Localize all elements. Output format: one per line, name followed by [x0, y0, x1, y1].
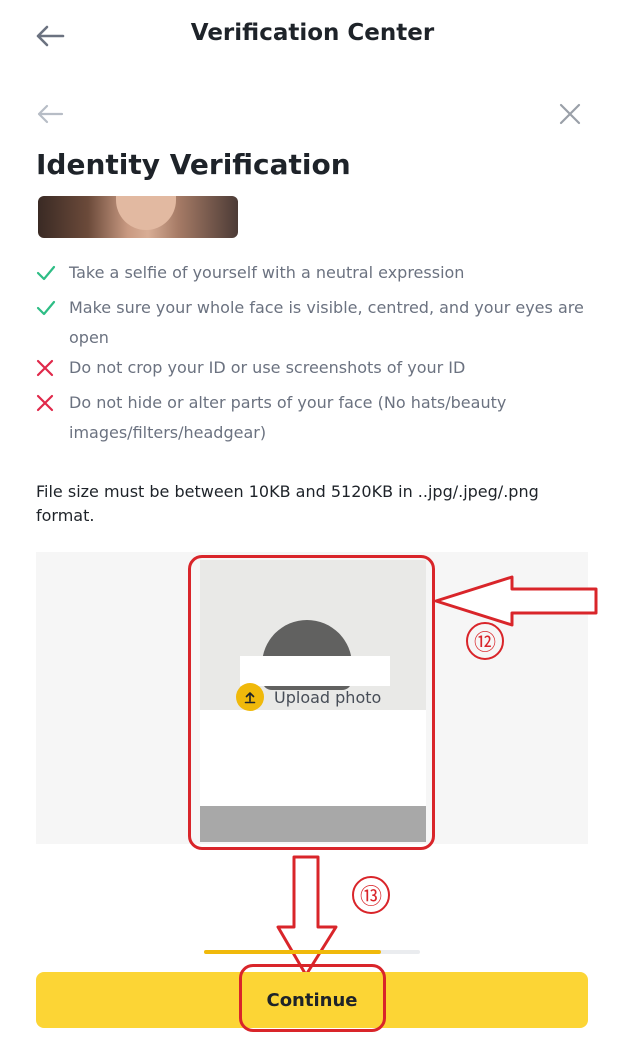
cross-icon [36, 353, 69, 383]
rule-text: Make sure your whole face is visible, ce… [69, 298, 584, 347]
rule-text: Do not hide or alter parts of your face … [69, 393, 507, 442]
arrow-left-icon [37, 104, 64, 124]
page-title: Verification Center [190, 20, 435, 46]
annotation-arrow-down-icon [276, 855, 338, 977]
rule-item: Do not hide or alter parts of your face … [36, 388, 596, 448]
file-size-note: File size must be between 10KB and 5120K… [36, 482, 539, 525]
rule-text: Take a selfie of yourself with a neutral… [69, 263, 465, 282]
rule-item: Take a selfie of yourself with a neutral… [36, 258, 596, 288]
rule-item: Do not crop your ID or use screenshots o… [36, 353, 596, 383]
progress-fill [204, 950, 382, 954]
section-title: Identity Verification [36, 148, 351, 181]
rule-text: Do not crop your ID or use screenshots o… [69, 358, 466, 377]
check-icon [36, 258, 69, 288]
annotation-step-13: ⑬ [352, 876, 390, 914]
close-button[interactable] [552, 96, 588, 132]
sub-back-button[interactable] [30, 98, 70, 130]
check-icon [36, 293, 69, 323]
cross-icon [36, 388, 69, 418]
annotation-step-12: ⑫ [466, 622, 504, 660]
rule-item: Make sure your whole face is visible, ce… [36, 293, 596, 353]
example-selfie-thumbnail [38, 196, 238, 238]
close-icon [559, 103, 581, 125]
rules-list: Take a selfie of yourself with a neutral… [36, 258, 596, 448]
annotation-arrow-left-icon [434, 575, 598, 627]
annotation-box-continue [239, 964, 386, 1032]
progress-bar [204, 950, 420, 954]
annotation-box-upload [188, 555, 435, 850]
